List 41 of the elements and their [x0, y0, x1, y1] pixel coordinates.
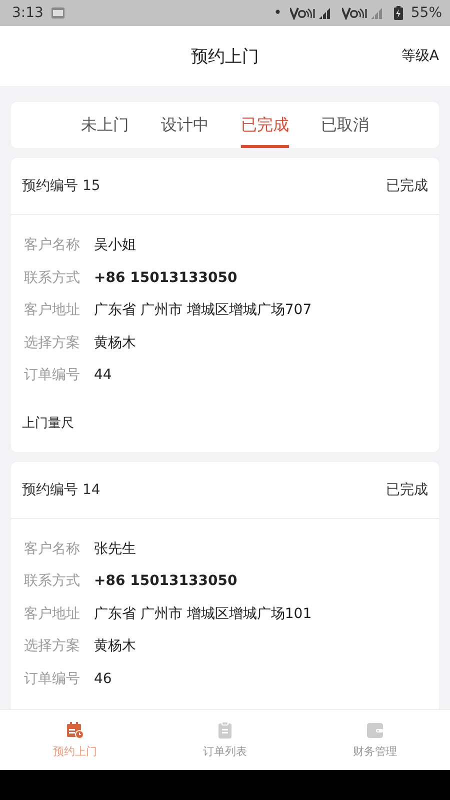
appointment-status: 已完成 — [386, 480, 428, 498]
battery-charging-icon — [394, 6, 403, 20]
battery-percentage: 55% — [410, 5, 442, 21]
field-value: 黄杨木 — [94, 637, 136, 656]
status-tab[interactable]: 设计中 — [161, 102, 209, 148]
notification-dot: • — [274, 5, 282, 21]
field-value: +86 15013133050 — [94, 270, 238, 286]
field-value: 广东省 广州市 增城区增城广场707 — [94, 301, 312, 320]
clipboard-icon — [216, 721, 234, 739]
status-tab[interactable]: 未上门 — [81, 102, 129, 148]
level-link[interactable]: 等级A — [401, 47, 439, 65]
field-label: 联系方式 — [24, 268, 80, 287]
field-label: 联系方式 — [24, 572, 80, 590]
field-value: 44 — [94, 367, 112, 384]
field-value: 46 — [94, 670, 112, 687]
field-value: 张先生 — [94, 540, 136, 558]
calendar-icon — [66, 721, 84, 739]
appointment-card[interactable]: 预约编号 15 已完成 客户名称 吴小姐 联系方式 +86 15013133050 客户地址 广东省 广州市 增城区增城广场707 选择方案 黄杨木 订单编号 44 上门量尺 — [11, 158, 439, 452]
field-value: 黄杨木 — [94, 334, 136, 352]
appointment-status: 已完成 — [386, 177, 428, 195]
field-label: 订单编号 — [24, 670, 80, 688]
field-value: +86 15013133050 — [94, 573, 238, 590]
field-label: 客户地址 — [24, 604, 80, 623]
app-notification-icon — [51, 7, 66, 19]
wallet-icon — [366, 721, 384, 739]
field-label: 客户地址 — [24, 301, 80, 320]
appointment-card[interactable]: 预约编号 14 已完成 客户名称 张先生 联系方式 +86 15013133050 客户地址 广东省 广州市 增城区增城广场101 选择方案 黄杨木 订单编号 46 — [11, 462, 439, 709]
field-value: 广东省 广州市 增城区增城广场101 — [94, 604, 312, 623]
field-label: 订单编号 — [24, 366, 80, 384]
field-label: 选择方案 — [24, 637, 80, 656]
appointment-number: 预约编号 14 — [22, 480, 100, 498]
field-label: 客户名称 — [24, 236, 80, 254]
page-title: 预约上门 — [191, 46, 259, 68]
status-tab[interactable]: 已取消 — [321, 102, 369, 148]
field-label: 选择方案 — [24, 334, 80, 352]
measure-action[interactable]: 上门量尺 — [22, 416, 74, 430]
field-label: 客户名称 — [24, 540, 80, 558]
status-tab[interactable]: 已完成 — [241, 102, 289, 148]
appointment-number: 预约编号 15 — [22, 177, 100, 195]
status-time: 3:13 — [12, 5, 44, 21]
field-value: 吴小姐 — [94, 236, 136, 254]
